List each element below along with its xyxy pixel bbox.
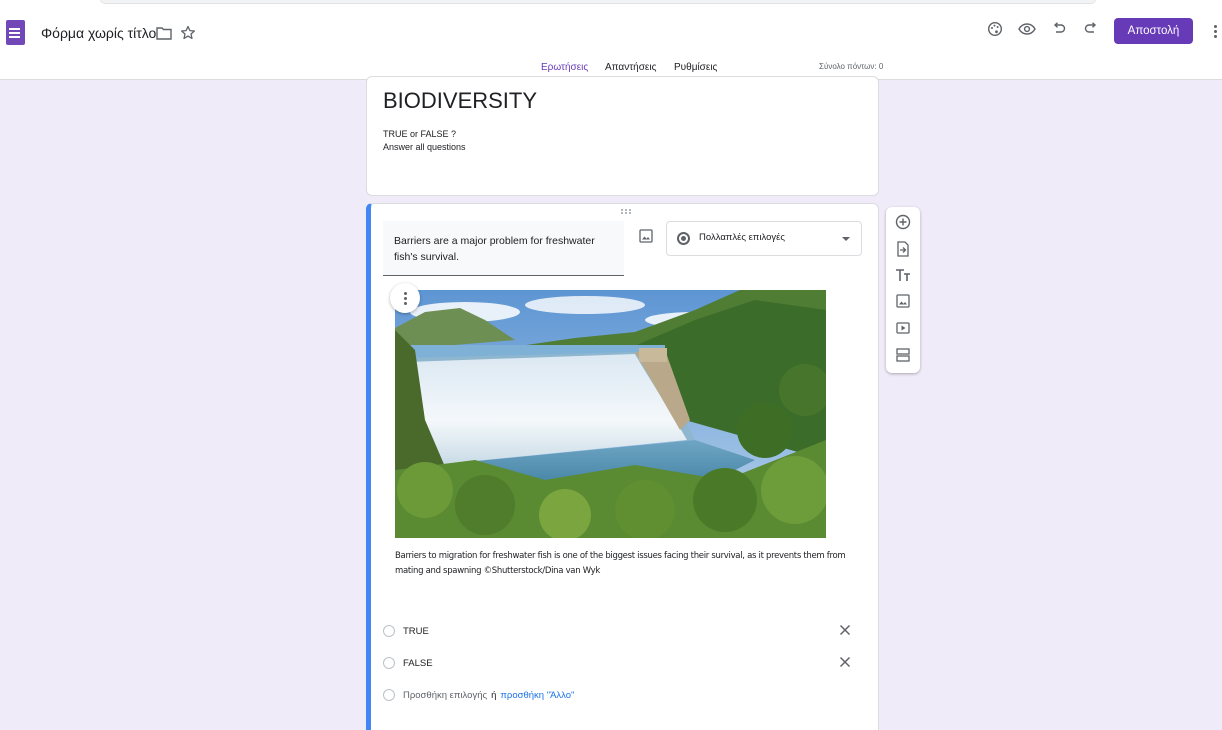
question-image[interactable] [395, 290, 826, 538]
form-description[interactable]: TRUE or FALSE ? Answer all questions [383, 128, 466, 154]
add-title-icon[interactable] [894, 266, 912, 284]
add-question-icon[interactable] [894, 213, 912, 231]
question-type-dropdown[interactable]: Πολλαπλές επιλογές [666, 221, 862, 256]
option-label[interactable]: FALSE [403, 658, 433, 669]
add-option-row: Προσθήκη επιλογής ή προσθήκη "Άλλο" [383, 687, 863, 707]
image-options-icon[interactable] [390, 283, 420, 313]
question-type-label: Πολλαπλές επιλογές [699, 232, 785, 243]
add-option-link[interactable]: Προσθήκη επιλογής [403, 690, 487, 701]
form-description-line: Answer all questions [383, 142, 466, 152]
browser-address-bar[interactable] [100, 0, 1096, 4]
eye-icon[interactable] [1015, 17, 1039, 41]
radio-circle-icon [383, 657, 395, 669]
browser-chrome [0, 0, 1222, 8]
add-option-text: Προσθήκη επιλογής ή προσθήκη "Άλλο" [403, 690, 574, 701]
folder-icon[interactable] [152, 21, 176, 45]
form-description-line: TRUE or FALSE ? [383, 129, 457, 139]
redo-icon[interactable] [1079, 17, 1103, 41]
option-row[interactable]: FALSE [383, 655, 863, 675]
bullet-line [11, 28, 20, 30]
bullet-line [11, 32, 20, 34]
side-toolbar [886, 207, 920, 373]
or-text: ή [491, 690, 497, 701]
question-card[interactable]: Barriers are a major problem for freshwa… [366, 203, 879, 730]
undo-icon[interactable] [1047, 17, 1071, 41]
caret-down-icon [842, 237, 850, 241]
radio-circle-icon [383, 625, 395, 637]
add-other-link[interactable]: προσθήκη "Άλλο" [500, 690, 574, 701]
send-button[interactable]: Αποστολή [1114, 18, 1193, 44]
add-section-icon[interactable] [894, 346, 912, 364]
import-questions-icon[interactable] [894, 240, 912, 258]
top-bar: Φόρμα χωρίς τίτλο Αποστολή Ερωτήσεις Απα… [0, 8, 1222, 88]
form-header-card[interactable]: BIODIVERSITY TRUE or FALSE ? Answer all … [366, 76, 879, 196]
image-caption[interactable]: Barriers to migration for freshwater fis… [395, 549, 855, 579]
form-title[interactable]: BIODIVERSITY [383, 88, 537, 114]
option-row[interactable]: TRUE [383, 623, 863, 643]
radio-circle-icon [383, 689, 395, 701]
close-icon[interactable] [838, 623, 854, 639]
add-image-icon[interactable] [894, 292, 912, 310]
star-icon[interactable] [176, 21, 200, 45]
radio-button-icon [677, 232, 690, 245]
drag-handle-icon[interactable] [621, 209, 632, 214]
close-icon[interactable] [838, 655, 854, 671]
add-video-icon[interactable] [894, 319, 912, 337]
add-image-icon[interactable] [639, 229, 655, 245]
question-text-field[interactable]: Barriers are a major problem for freshwa… [383, 221, 624, 276]
more-vert-icon[interactable] [1207, 21, 1222, 41]
palette-icon[interactable] [983, 17, 1007, 41]
total-points: Σύνολο πόντων: 0 [819, 62, 884, 71]
forms-app-icon[interactable] [6, 20, 25, 45]
bullet-line [11, 36, 20, 38]
document-title[interactable]: Φόρμα χωρίς τίτλο [41, 25, 156, 41]
option-label[interactable]: TRUE [403, 626, 429, 637]
